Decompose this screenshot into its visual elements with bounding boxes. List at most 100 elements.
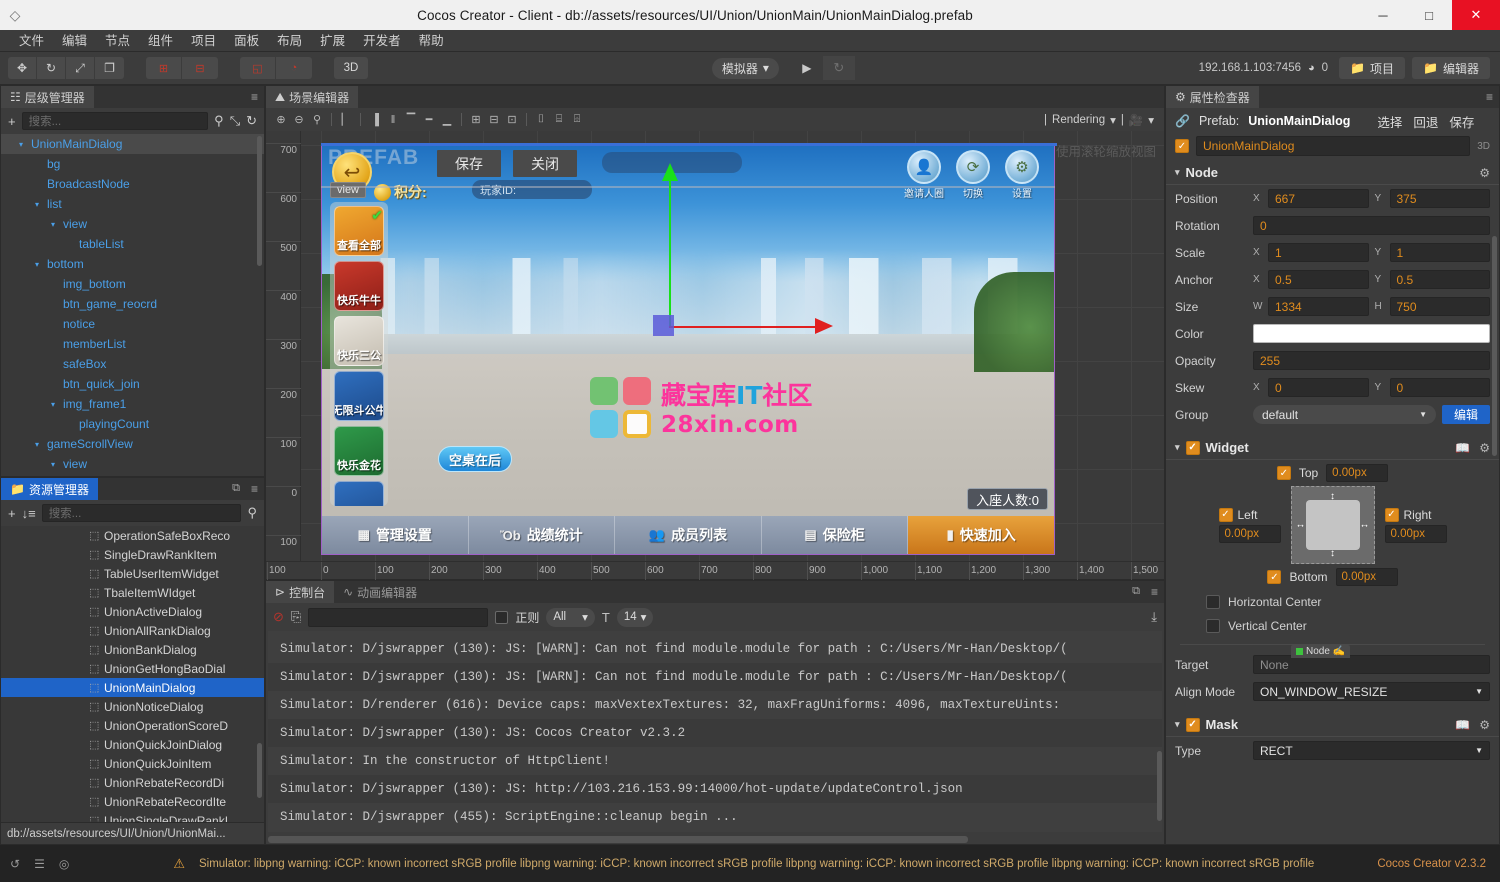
asset-item-UnionNoticeDialog[interactable]: ⬚UnionNoticeDialog (1, 697, 264, 716)
console-horizontal-scrollbar[interactable] (268, 836, 968, 843)
menu-component[interactable]: 组件 (139, 30, 182, 52)
align-bottom-icon[interactable]: ▁ (438, 110, 456, 130)
align-horizontal-center-icon[interactable]: ‖ (384, 110, 402, 130)
game-item[interactable] (334, 481, 384, 506)
gizmo-y-axis[interactable] (669, 179, 671, 327)
tab-console[interactable]: ⊳ 控制台 (266, 581, 334, 603)
asset-item-TbaleItemWIdget[interactable]: ⬚TbaleItemWIdget (1, 583, 264, 602)
asset-item-UnionGetHongBaoDial[interactable]: ⬚UnionGetHongBaoDial (1, 659, 264, 678)
list-icon[interactable]: ☰ (34, 857, 45, 871)
console-log-line[interactable]: Simulator: D/jswrapper (455): ScriptEngi… (268, 803, 1162, 831)
coord-global-icon[interactable]: ◔ (276, 57, 312, 79)
tree-node-UnionMainDialog[interactable]: ▾UnionMainDialog (1, 134, 264, 154)
pivot-center-icon[interactable]: ⊞ (146, 57, 182, 79)
play-button[interactable]: ▶ (791, 56, 823, 80)
inspector-menu-icon[interactable]: ≡ (1486, 90, 1493, 104)
console-log-line[interactable]: Simulator: D/renderer (616): Device caps… (268, 691, 1162, 719)
tree-node-img_frame1[interactable]: ▾img_frame1 (1, 394, 264, 414)
tree-node-bottom[interactable]: ▾bottom (1, 254, 264, 274)
tree-node-notice[interactable]: ▾notice (1, 314, 264, 334)
minimize-button[interactable]: ─ (1360, 0, 1406, 30)
mask-type-select[interactable]: RECT ▼ (1253, 741, 1490, 760)
scene-body[interactable]: 7006005004003002001000100 10001002003004… (266, 131, 1164, 579)
clear-console-icon[interactable]: ⊘ (273, 609, 284, 625)
hierarchy-scrollbar[interactable] (257, 136, 262, 266)
widget-section-header[interactable]: ▾ ✓ Widget 📖 ⚙ (1166, 436, 1499, 460)
tree-node-gameScrollView[interactable]: ▾gameScrollView (1, 434, 264, 454)
game-list[interactable]: ✔查看全部快乐牛牛快乐三公无限斗公牛快乐金花 (330, 202, 388, 506)
tree-node-view[interactable]: ▾view (1, 214, 264, 234)
scale-x-input[interactable]: 1 (1268, 243, 1369, 262)
anchor-y-input[interactable]: 0.5 (1390, 270, 1491, 289)
asset-item-UnionRebateRecordDi[interactable]: ⬚UnionRebateRecordDi (1, 773, 264, 792)
console-menu-icon[interactable]: ≡ (1151, 585, 1158, 599)
simulator-select[interactable]: 模拟器 ▾ (712, 58, 779, 79)
open-editor-button[interactable]: 📁 编辑器 (1412, 57, 1490, 79)
asset-item-OperationSafeBoxReco[interactable]: ⬚OperationSafeBoxReco (1, 526, 264, 545)
close-button[interactable]: ✕ (1452, 0, 1500, 30)
tree-node-img_bottom[interactable]: ▾img_bottom (1, 274, 264, 294)
chevron-down-icon[interactable]: ▾ (31, 200, 43, 209)
console-log-list[interactable]: Simulator: D/jswrapper (130): JS: [WARN]… (268, 631, 1162, 832)
menu-help[interactable]: 帮助 (410, 30, 453, 52)
chevron-down-icon[interactable]: ▾ (47, 460, 59, 469)
widget-bottom-input[interactable]: 0.00px (1336, 568, 1398, 586)
console-log-line[interactable]: Simulator: In the constructor of HttpCli… (268, 747, 1162, 775)
menu-node[interactable]: 节点 (96, 30, 139, 52)
asset-item-UnionSingleDrawRankI[interactable]: ⬚UnionSingleDrawRankI (1, 811, 264, 822)
empty-table-button[interactable]: 空桌在后 (438, 446, 512, 472)
vertical-center-checkbox[interactable]: ✓ (1206, 619, 1220, 633)
mask-section-header[interactable]: ▾ ✓ Mask 📖 ⚙ (1166, 713, 1499, 737)
refresh-button[interactable]: ↻ (823, 56, 855, 80)
chevron-down-icon[interactable]: ▾ (1110, 113, 1116, 127)
rendering-label[interactable]: Rendering (1052, 114, 1105, 126)
move-tool-icon[interactable]: ✥ (8, 57, 37, 79)
assets-copy-icon[interactable]: ⧉ (232, 482, 240, 495)
game-item-快乐金花[interactable]: 快乐金花 (334, 426, 384, 476)
prefab-save-button[interactable]: 保存 (437, 150, 501, 177)
game-preview-canvas[interactable]: 藏宝库IT社区 28xin.com PREFAB ↩ view 积分: (321, 143, 1055, 555)
log-file-icon[interactable]: ⎘ (291, 609, 301, 625)
align-top-icon[interactable]: ▔ (402, 110, 420, 130)
console-filter-input[interactable] (308, 608, 488, 627)
group-edit-button[interactable]: 编辑 (1442, 405, 1490, 424)
console-log-line[interactable]: Simulator: D/jswrapper (130): JS: Cocos … (268, 719, 1162, 747)
asset-item-UnionActiveDialog[interactable]: ⬚UnionActiveDialog (1, 602, 264, 621)
console-vertical-scrollbar[interactable] (1157, 751, 1162, 821)
rotation-input[interactable]: 0 (1253, 216, 1490, 235)
menu-extension[interactable]: 扩展 (311, 30, 354, 52)
chevron-down-icon[interactable]: ▾ (15, 140, 27, 149)
bottom-tab-保险柜[interactable]: ▤保险柜 (762, 516, 909, 554)
expand-all-icon[interactable]: ⤡ (230, 113, 240, 129)
widget-bottom-checkbox[interactable]: ✓ (1267, 570, 1281, 584)
hud-button-设置[interactable]: ⚙设置 (1002, 150, 1042, 200)
node-name-input[interactable]: UnionMainDialog (1196, 136, 1470, 156)
node-tree[interactable]: ▾UnionMainDialog▾bg▾BroadcastNode▾list▾v… (1, 134, 264, 476)
bottom-tab-管理设置[interactable]: ▦管理设置 (322, 516, 469, 554)
tree-node-btn_quick_join[interactable]: ▾btn_quick_join (1, 374, 264, 394)
pivot-pivot-icon[interactable]: ⊟ (182, 57, 218, 79)
widget-right-input[interactable]: 0.00px (1385, 525, 1447, 543)
group-select[interactable]: default ▼ (1253, 405, 1436, 424)
search-icon[interactable]: ⚲ (214, 113, 224, 129)
gear-icon[interactable]: ⚙ (1479, 441, 1490, 455)
console-log-line[interactable]: Simulator: D/jswrapper (130): JS: [WARN]… (268, 635, 1162, 663)
tree-node-btn_game_reocrd[interactable]: ▾btn_game_reocrd (1, 294, 264, 314)
mask-enabled-checkbox[interactable]: ✓ (1186, 718, 1200, 732)
align-middle-icon[interactable]: ━ (420, 110, 438, 130)
tree-node-safeBox[interactable]: ▾safeBox (1, 354, 264, 374)
hud-button-邀请人圈[interactable]: 👤邀请人圈 (904, 150, 944, 200)
tree-node-bg[interactable]: ▾bg (1, 154, 264, 174)
open-node-icon[interactable]: ✍ (1333, 646, 1345, 657)
menu-file[interactable]: 文件 (10, 30, 53, 52)
log-level-select[interactable]: All ▾ (546, 608, 595, 627)
open-project-button[interactable]: 📁 项目 (1339, 57, 1405, 79)
font-size-select[interactable]: 14 ▾ (617, 608, 654, 627)
game-item-快乐牛牛[interactable]: 快乐牛牛 (334, 261, 384, 311)
eye-icon[interactable]: ◎ (59, 857, 69, 871)
node-section-header[interactable]: ▾ Node ⚙ (1166, 161, 1499, 185)
anchor-x-input[interactable]: 0.5 (1268, 270, 1369, 289)
widget-top-checkbox[interactable]: ✓ (1277, 466, 1291, 480)
tab-assets[interactable]: 📁 资源管理器 (1, 478, 98, 500)
size-height-input[interactable]: 750 (1390, 297, 1491, 316)
